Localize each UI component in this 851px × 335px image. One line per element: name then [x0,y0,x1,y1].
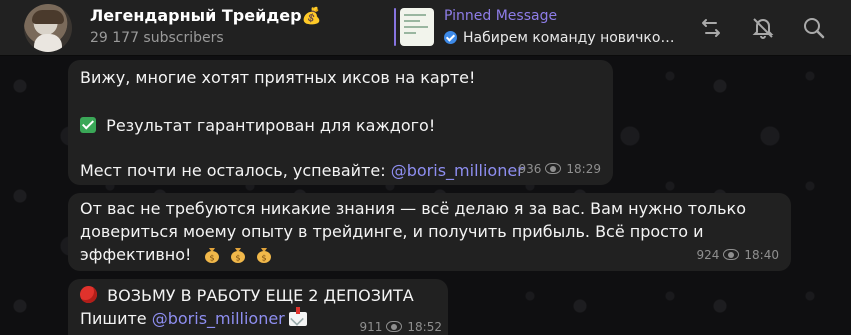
message-text: ВОЗЬМУ В РАБОТУ ЕЩЕ 2 ДЕПОЗИТА [80,284,414,308]
channel-title[interactable]: Легендарный Трейдер💰 [90,6,321,25]
pinned-message-text[interactable]: Набирем команду новичко… [444,30,674,46]
eye-icon [386,321,403,332]
message-text: Мест почти не осталось, успевайте: @bori… [80,159,524,183]
money-bag-icon: $ [204,248,219,263]
message-time: 18:52 [407,320,442,334]
chat-header: Легендарный Трейдер💰 29 177 subscribers … [0,0,851,56]
message-meta: 911 18:52 [360,315,443,335]
eye-icon [545,163,562,174]
message-text-fragment: Результат гарантирован для каждого! [106,116,436,135]
mention-link[interactable]: @boris_millioner [391,161,524,180]
mute-bell-icon[interactable] [749,14,777,42]
message-meta: 936 18:29 [519,157,602,181]
pinned-divider [394,8,396,46]
message-text-fragment: ВОЗЬМУ В РАБОТУ ЕЩЕ 2 ДЕПОЗИТА [107,286,414,305]
pinned-thumbnail[interactable] [400,8,434,46]
message-text-fragment: эффективно! [80,245,192,264]
message-bubble[interactable]: Вижу, многие хотят приятных иксов на кар… [68,60,613,185]
message-time: 18:29 [566,162,601,176]
message-text: От вас не требуются никакие знания — всё… [80,199,747,218]
message-text: Результат гарантирован для каждого! [80,114,435,138]
search-icon[interactable] [800,14,828,42]
view-count: 924 [696,248,720,262]
svg-text:$: $ [209,254,214,263]
red-circle-icon [80,286,97,303]
message-bubble[interactable]: ВОЗЬМУ В РАБОТУ ЕЩЕ 2 ДЕПОЗИТА Пишите @b… [68,279,448,335]
money-bag-icon: $ [256,248,271,263]
avatar-shirt-shape [34,34,62,52]
subscriber-count: 29 177 subscribers [90,30,224,46]
message-text-fragment: Пишите [80,309,147,328]
avatar-hair-shape [32,10,64,24]
chat-area[interactable]: Вижу, многие хотят приятных иксов на кар… [0,56,851,335]
verified-check-icon [444,31,457,44]
svg-text:$: $ [235,254,240,263]
money-bag-icon: $ [230,248,245,263]
check-mark-icon [80,117,96,133]
message-meta: 924 18:40 [697,243,780,267]
channel-avatar[interactable] [24,4,72,52]
message-text: эффективно! $ $ $ [80,243,281,267]
view-count: 936 [518,162,542,176]
svg-text:$: $ [261,254,266,263]
message-text: Вижу, многие хотят приятных иксов на кар… [80,68,476,87]
view-count: 911 [359,320,383,334]
pinned-message-title[interactable]: Pinned Message [444,8,557,24]
message-text-fragment: Мест почти не осталось, успевайте: [80,161,386,180]
message-text: довериться моему опыту в трейдинге, и по… [80,222,704,241]
message-bubble[interactable]: От вас не требуются никакие знания — всё… [68,193,791,271]
message-time: 18:40 [744,248,779,262]
message-text: Пишите @boris_millioner [80,307,307,331]
change-link-icon[interactable] [697,14,725,42]
incoming-envelope-icon [288,307,307,326]
pinned-message-preview: Набирем команду новичко… [463,30,675,46]
eye-icon [723,249,740,260]
mention-link[interactable]: @boris_millioner [152,309,285,328]
